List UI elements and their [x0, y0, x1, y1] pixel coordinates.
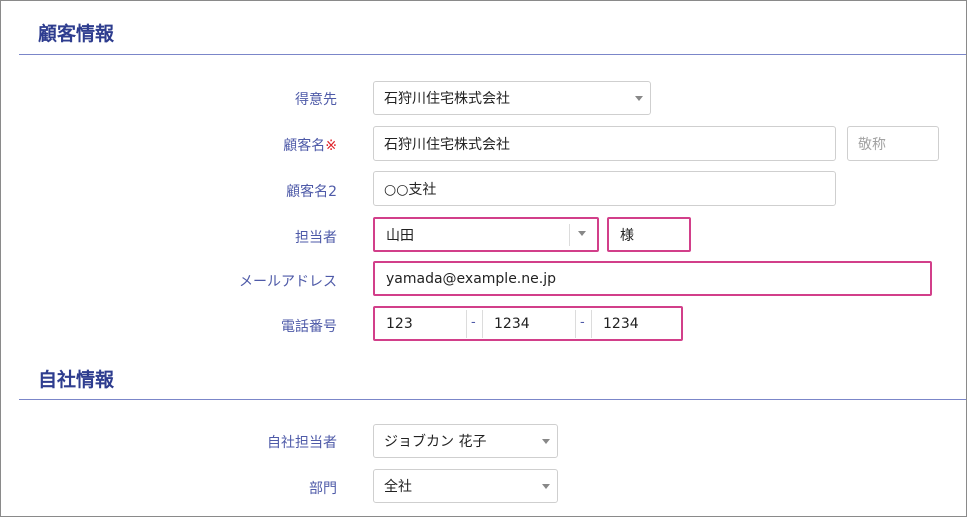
client-value: 石狩川住宅株式会社 — [384, 91, 510, 107]
customer-name-input[interactable]: 石狩川住宅株式会社 — [373, 126, 836, 161]
customer-name2-input[interactable]: ○○支社 — [373, 171, 836, 206]
customer-section-divider — [19, 54, 966, 55]
phone-label: 電話番号 — [281, 319, 337, 335]
customer-name-label-text: 顧客名 — [283, 138, 326, 154]
staff-value: ジョブカン 花子 — [384, 434, 487, 450]
company-section-title: 自社情報 — [38, 369, 115, 391]
department-label: 部門 — [309, 481, 337, 497]
customer-name2-label: 顧客名2 — [286, 184, 337, 200]
phone-highlight — [373, 306, 683, 341]
staff-label: 自社担当者 — [267, 435, 337, 451]
required-mark: ※ — [325, 138, 337, 154]
contact-honorific-highlight — [607, 217, 691, 252]
department-select[interactable]: 全社 — [373, 469, 558, 503]
honorific-placeholder: 敬称 — [858, 136, 886, 153]
customer-name-value: 石狩川住宅株式会社 — [384, 136, 510, 153]
client-select[interactable]: 石狩川住宅株式会社 — [373, 81, 651, 115]
client-label: 得意先 — [295, 92, 337, 108]
chevron-down-icon — [542, 439, 550, 444]
chevron-down-icon — [635, 96, 643, 101]
form-frame: 顧客情報 得意先 石狩川住宅株式会社 顧客名※ 石狩川住宅株式会社 敬称 顧客名… — [0, 0, 967, 517]
contact-person-highlight — [373, 217, 599, 252]
contact-person-label: 担当者 — [295, 230, 337, 246]
email-label: メールアドレス — [239, 274, 337, 290]
email-highlight — [373, 261, 932, 296]
company-section-divider — [19, 399, 966, 400]
customer-name2-value: ○○支社 — [384, 181, 437, 198]
honorific-input[interactable]: 敬称 — [847, 126, 939, 161]
staff-select[interactable]: ジョブカン 花子 — [373, 424, 558, 458]
department-value: 全社 — [384, 479, 412, 495]
customer-section-title: 顧客情報 — [38, 23, 115, 45]
customer-name-label: 顧客名※ — [283, 135, 337, 155]
chevron-down-icon — [542, 484, 550, 489]
